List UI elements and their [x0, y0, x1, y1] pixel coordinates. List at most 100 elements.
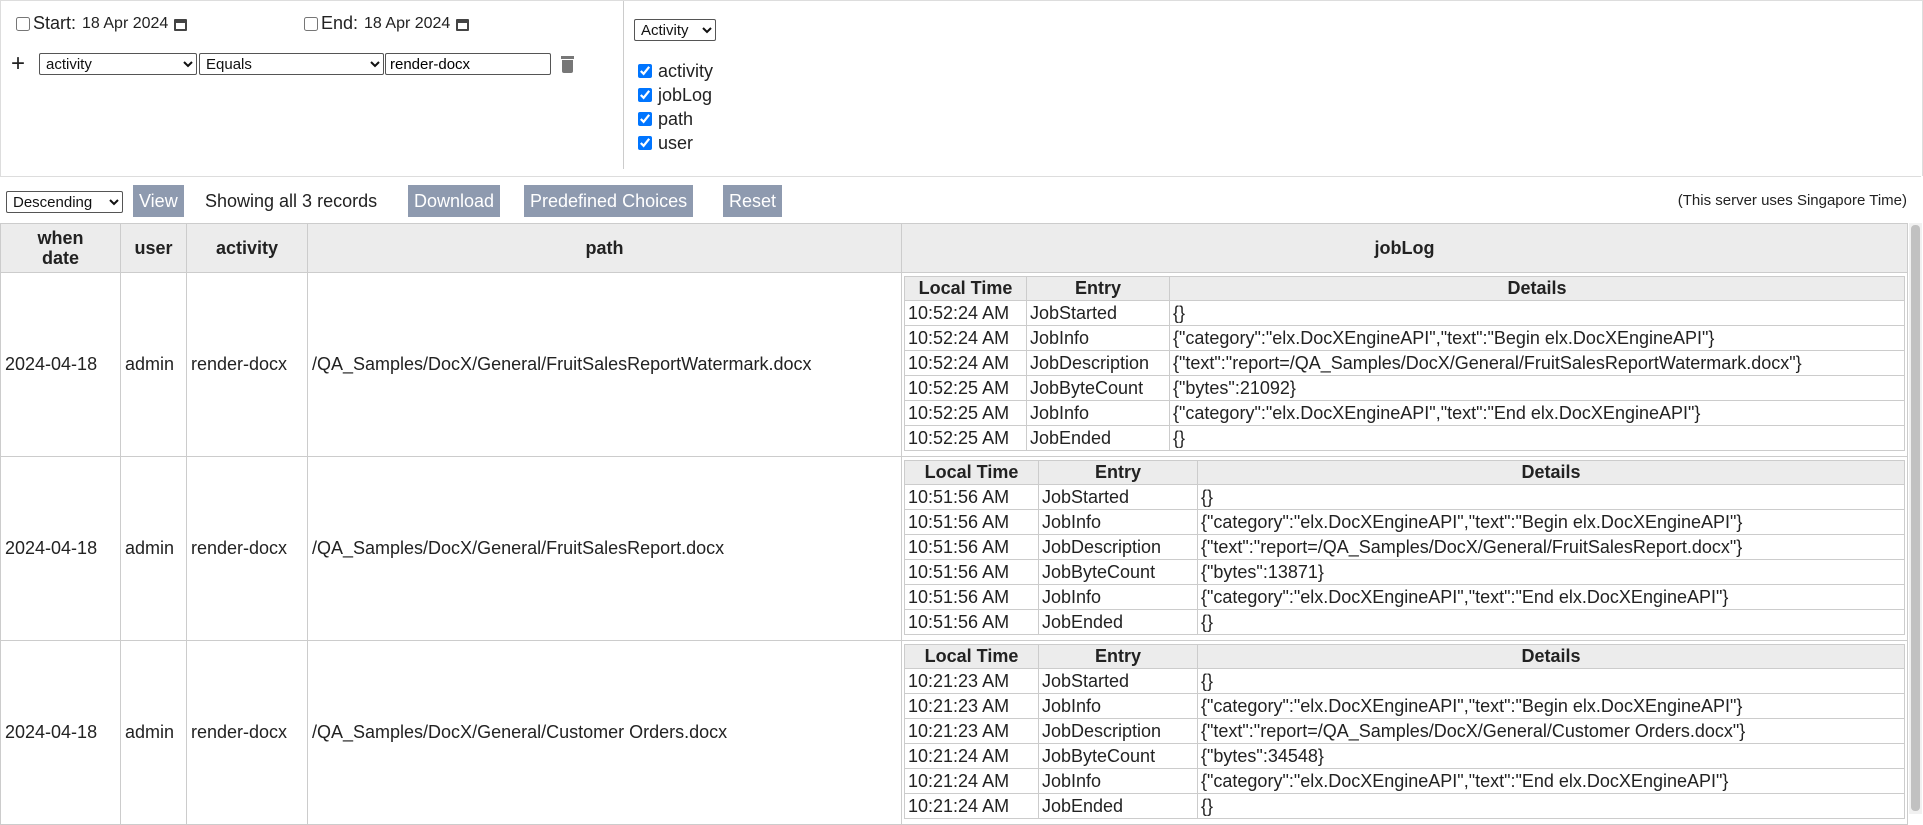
joblog-local-time: 10:51:56 AM [904, 609, 1039, 635]
end-date-value[interactable]: 18 Apr 2024 [364, 15, 450, 33]
joblog-details: {} [1169, 425, 1905, 451]
cell-joblog: Local Time Entry Details 10:51:56 AM JobStar… [901, 456, 1908, 641]
joblog-checkbox[interactable] [638, 88, 652, 102]
path-checkbox[interactable] [638, 112, 652, 126]
calendar-icon[interactable] [456, 17, 470, 31]
start-date-checkbox[interactable] [16, 16, 30, 31]
joblog-row: 10:51:56 AM JobInfo {"category":"elx.DocXE… [904, 509, 1905, 535]
start-date-value[interactable]: 18 Apr 2024 [82, 15, 168, 33]
joblog-entry: JobInfo [1026, 400, 1170, 426]
user-checkbox[interactable] [638, 136, 652, 150]
joblog-header-row: Local Time Entry Details [904, 276, 1905, 301]
cell-activity: render-docx [186, 640, 308, 825]
joblog-local-time: 10:51:56 AM [904, 584, 1039, 610]
joblog-entry: JobDescription [1038, 534, 1198, 560]
cell-user: admin [120, 640, 187, 825]
joblog-details: {"text":"report=/QA_Samples/DocX/General… [1169, 350, 1905, 376]
joblog-details: {"bytes":21092} [1169, 375, 1905, 401]
checkbox-label: path [658, 108, 694, 129]
joblog-header-local-time: Local Time [904, 644, 1039, 669]
joblog-local-time: 10:21:24 AM [904, 743, 1039, 769]
joblog-header-entry: Entry [1038, 460, 1198, 485]
joblog-entry: JobEnded [1038, 609, 1198, 635]
header-joblog[interactable]: jobLog [901, 223, 1908, 273]
header-activity[interactable]: activity [186, 223, 308, 273]
download-button[interactable]: Download [408, 185, 501, 217]
cell-path: /QA_Samples/DocX/General/FruitSalesRepor… [307, 272, 902, 457]
joblog-table: Local Time Entry Details 10:52:24 AM JobStar… [904, 276, 1905, 451]
cell-user: admin [120, 272, 187, 457]
joblog-entry: JobStarted [1038, 668, 1198, 694]
joblog-details: {"category":"elx.DocXEngineAPI","text":"… [1197, 509, 1905, 535]
column-toggle-activity[interactable]: activity [634, 59, 716, 83]
joblog-row: 10:21:24 AM JobEnded{} [904, 793, 1905, 819]
joblog-table: Local Time Entry Details 10:51:56 AM JobStar… [904, 460, 1905, 635]
reset-button[interactable]: Reset [723, 185, 783, 217]
joblog-details: {"category":"elx.DocXEngineAPI","text":"… [1169, 400, 1905, 426]
group-select[interactable]: Activity [634, 19, 716, 41]
joblog-row: 10:52:24 AM JobInfo {"category":"elx.DocXE… [904, 325, 1905, 351]
end-date-group: End: 18 Apr 2024 [304, 13, 470, 34]
filter-field-select[interactable]: activity [39, 53, 197, 75]
joblog-row: 10:51:56 AM JobDescription {"text":"report… [904, 534, 1905, 560]
cell-path: /QA_Samples/DocX/General/FruitSalesRepor… [307, 456, 902, 641]
table-row: 2024-04-18 admin render-docx/QA_Samples/Do… [0, 272, 1908, 457]
timezone-note: (This server uses Singapore Time) [1677, 192, 1907, 209]
vertical-scrollbar[interactable] [1909, 223, 1922, 814]
records-table-container: when date user activity path jobLog 2024… [0, 223, 1908, 825]
joblog-local-time: 10:52:24 AM [904, 325, 1027, 351]
joblog-entry: JobInfo [1038, 768, 1198, 794]
start-date-group: Start: 18 Apr 2024 [16, 13, 188, 34]
column-toggle-path[interactable]: path [634, 107, 716, 131]
filter-value-input[interactable] [385, 53, 551, 75]
column-toggle-user[interactable]: user [634, 131, 716, 155]
predefined-choices-button[interactable]: Predefined Choices [524, 185, 694, 217]
joblog-details: {"category":"elx.DocXEngineAPI","text":"… [1197, 693, 1905, 719]
joblog-row: 10:21:24 AM JobByteCount {"bytes":34548} [904, 743, 1905, 769]
view-button[interactable]: View [133, 185, 184, 217]
joblog-local-time: 10:52:25 AM [904, 425, 1027, 451]
joblog-table: Local Time Entry Details 10:21:23 AM JobStar… [904, 644, 1905, 819]
header-user[interactable]: user [120, 223, 187, 273]
joblog-header-entry: Entry [1026, 276, 1170, 301]
end-label: End: [321, 13, 359, 33]
header-path[interactable]: path [307, 223, 902, 273]
scrollbar-thumb[interactable] [1911, 225, 1920, 811]
header-when-date[interactable]: when date [0, 223, 121, 273]
cell-path: /QA_Samples/DocX/General/Customer Orders… [307, 640, 902, 825]
cell-joblog: Local Time Entry Details 10:21:23 AM JobStar… [901, 640, 1908, 825]
trash-icon[interactable] [561, 55, 574, 73]
table-row: 2024-04-18 admin render-docx/QA_Samples/Do… [0, 640, 1908, 825]
joblog-entry: JobByteCount [1026, 375, 1170, 401]
table-header-row: when date user activity path jobLog [0, 223, 1908, 273]
joblog-header-local-time: Local Time [904, 460, 1039, 485]
column-toggle-joblog[interactable]: jobLog [634, 83, 716, 107]
joblog-entry: JobStarted [1038, 484, 1198, 510]
joblog-local-time: 10:52:25 AM [904, 400, 1027, 426]
joblog-local-time: 10:51:56 AM [904, 534, 1039, 560]
cell-activity: render-docx [186, 456, 308, 641]
joblog-row: 10:51:56 AM JobEnded{} [904, 609, 1905, 635]
sort-order-select[interactable]: Descending [6, 191, 123, 213]
joblog-entry: JobInfo [1026, 325, 1170, 351]
joblog-entry: JobStarted [1026, 300, 1170, 326]
joblog-header-details: Details [1197, 644, 1905, 669]
joblog-local-time: 10:21:24 AM [904, 793, 1039, 819]
activity-checkbox[interactable] [638, 64, 652, 78]
start-label: Start: [33, 13, 77, 33]
joblog-header-row: Local Time Entry Details [904, 644, 1905, 669]
joblog-local-time: 10:52:25 AM [904, 375, 1027, 401]
joblog-row: 10:21:23 AM JobStarted{} [904, 668, 1905, 694]
joblog-details: {"category":"elx.DocXEngineAPI","text":"… [1169, 325, 1905, 351]
joblog-row: 10:21:24 AM JobInfo {"category":"elx.DocXE… [904, 768, 1905, 794]
end-date-checkbox[interactable] [304, 16, 318, 31]
joblog-details: {"bytes":13871} [1197, 559, 1905, 585]
joblog-entry: JobByteCount [1038, 559, 1198, 585]
joblog-local-time: 10:21:23 AM [904, 693, 1039, 719]
joblog-header-row: Local Time Entry Details [904, 460, 1905, 485]
calendar-icon[interactable] [174, 17, 188, 31]
plus-icon[interactable]: + [11, 52, 31, 76]
joblog-details: {} [1197, 793, 1905, 819]
joblog-row: 10:51:56 AM JobByteCount {"bytes":13871} [904, 559, 1905, 585]
filter-operator-select[interactable]: Equals [199, 53, 384, 75]
